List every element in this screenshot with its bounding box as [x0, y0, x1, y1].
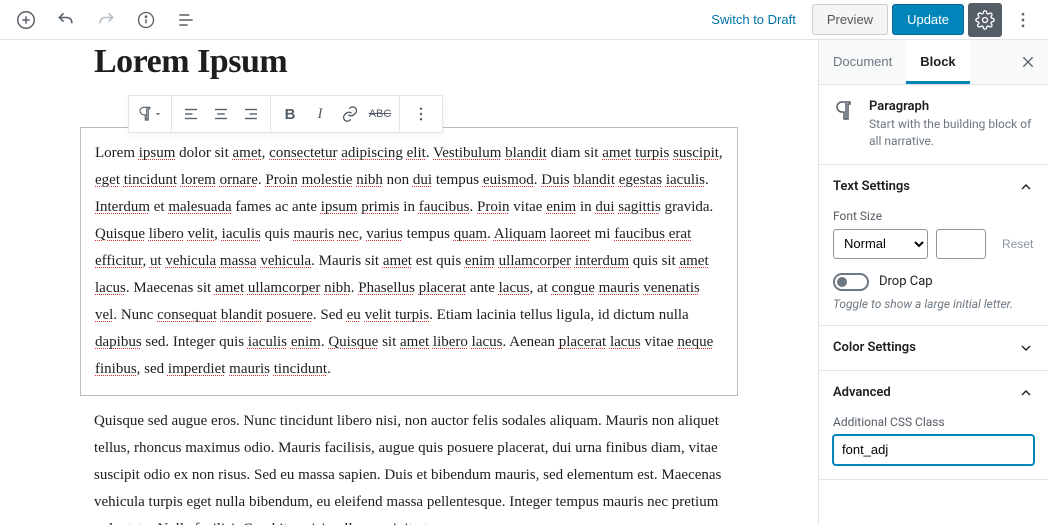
bold-button[interactable]: B	[275, 96, 305, 132]
font-size-label: Font Size	[833, 209, 1034, 223]
block-card: Paragraph Start with the building block …	[819, 85, 1048, 165]
close-icon	[1020, 54, 1036, 70]
outline-icon	[176, 10, 196, 30]
plus-circle-icon	[15, 9, 37, 31]
block-name: Paragraph	[869, 99, 1034, 114]
drop-cap-toggle[interactable]	[833, 273, 869, 291]
panel-color-settings-toggle[interactable]: Color Settings	[819, 326, 1048, 370]
chevron-down-icon	[1018, 340, 1034, 356]
redo-button[interactable]	[88, 2, 124, 38]
align-center-button[interactable]	[206, 96, 236, 132]
post-title[interactable]: Lorem Ipsum	[94, 40, 724, 81]
bold-icon: B	[285, 106, 296, 123]
panel-text-settings-toggle[interactable]: Text Settings	[819, 165, 1048, 209]
update-button[interactable]: Update	[892, 4, 964, 35]
pilcrow-icon	[833, 99, 857, 123]
close-sidebar-button[interactable]	[1008, 40, 1048, 84]
block-navigation-button[interactable]	[168, 2, 204, 38]
content-info-button[interactable]	[128, 2, 164, 38]
paragraph-block-selected[interactable]: Lorem ipsum dolor sit amet, consectetur …	[80, 127, 738, 396]
font-size-reset-button[interactable]: Reset	[994, 231, 1041, 257]
panel-advanced-toggle[interactable]: Advanced	[819, 371, 1048, 415]
block-more-button[interactable]	[404, 96, 438, 132]
switch-to-draft-button[interactable]: Switch to Draft	[699, 4, 808, 35]
italic-icon: I	[318, 106, 323, 123]
info-circle-icon	[136, 10, 156, 30]
chevron-up-icon	[1018, 385, 1034, 401]
link-icon	[341, 105, 359, 123]
chevron-up-icon	[1018, 179, 1034, 195]
link-button[interactable]	[335, 96, 365, 132]
drop-cap-label: Drop Cap	[879, 274, 933, 289]
settings-sidebar: Document Block Paragraph Start with the …	[818, 40, 1048, 525]
align-left-button[interactable]	[176, 96, 206, 132]
align-right-icon	[242, 105, 260, 123]
drop-cap-hint: Toggle to show a large initial letter.	[833, 297, 1034, 311]
undo-button[interactable]	[48, 2, 84, 38]
paragraph-block[interactable]: Quisque sed augue eros. Nunc tincidunt l…	[94, 396, 724, 525]
block-toolbar: B I ABC	[128, 95, 443, 133]
strikethrough-icon: ABC	[369, 108, 392, 120]
block-type-button[interactable]	[133, 96, 167, 132]
italic-button[interactable]: I	[305, 96, 335, 132]
redo-icon	[96, 10, 116, 30]
preview-button[interactable]: Preview	[812, 4, 888, 35]
more-vertical-icon	[412, 105, 430, 123]
tab-document[interactable]: Document	[819, 40, 906, 84]
strikethrough-button[interactable]: ABC	[365, 96, 395, 132]
chevron-down-icon	[153, 109, 163, 119]
align-center-icon	[212, 105, 230, 123]
align-right-button[interactable]	[236, 96, 266, 132]
font-size-custom-input[interactable]	[936, 229, 986, 259]
font-size-select[interactable]: Normal	[833, 229, 928, 259]
more-menu-button[interactable]	[1006, 3, 1040, 37]
editor-top-bar: Switch to Draft Preview Update	[0, 0, 1048, 40]
undo-icon	[56, 10, 76, 30]
settings-toggle-button[interactable]	[968, 3, 1002, 37]
add-block-button[interactable]	[8, 2, 44, 38]
editor-canvas[interactable]: Lorem Ipsum Lorem ipsum dolor sit amet, …	[0, 40, 818, 525]
tab-block[interactable]: Block	[906, 40, 969, 84]
css-class-input[interactable]	[833, 435, 1034, 465]
block-description: Start with the building block of all nar…	[869, 116, 1034, 150]
align-left-icon	[182, 105, 200, 123]
css-class-label: Additional CSS Class	[833, 415, 1034, 429]
more-vertical-icon	[1013, 10, 1033, 30]
gear-icon	[975, 10, 995, 30]
